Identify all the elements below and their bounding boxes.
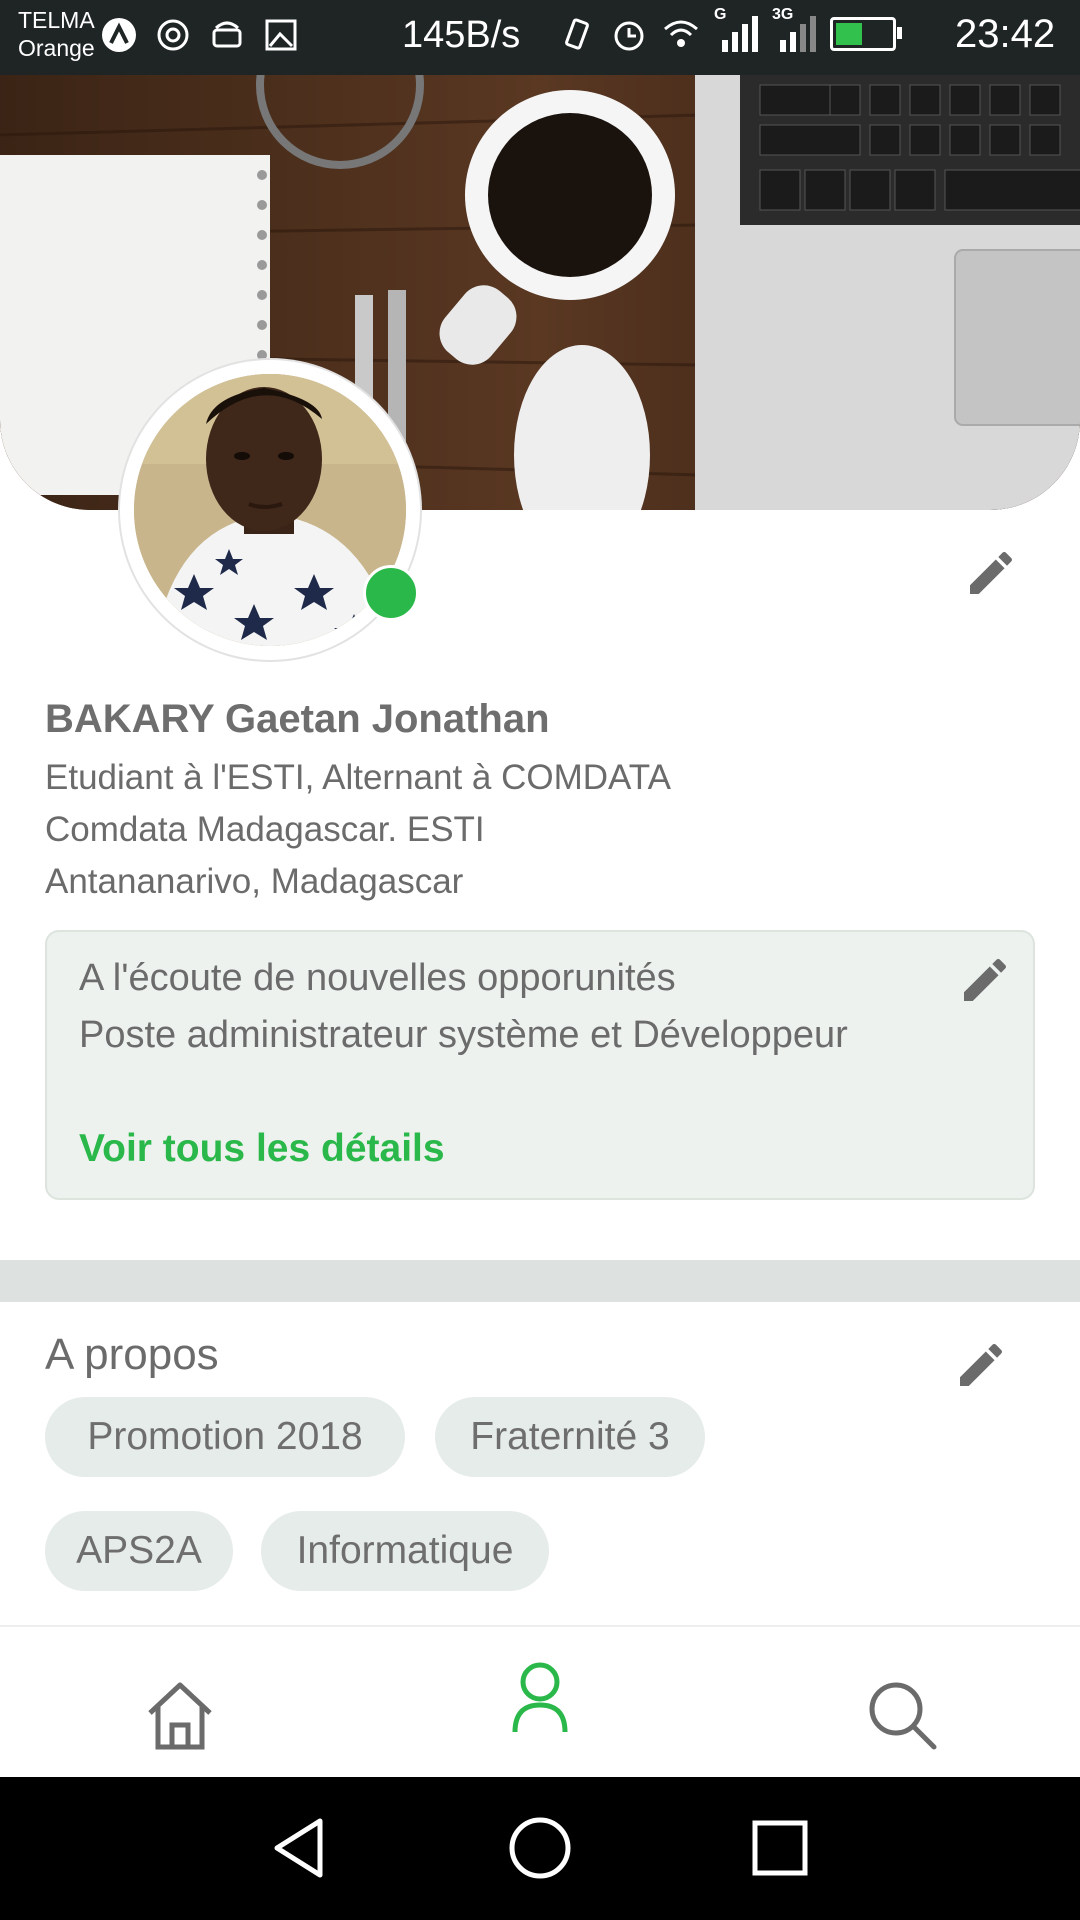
profile-headline: Etudiant à l'ESTI, Alternant à COMDATA [45, 758, 671, 797]
home-circle-icon [509, 1817, 571, 1879]
nav-search-button[interactable] [862, 1675, 942, 1755]
android-icon [212, 21, 242, 48]
about-chip[interactable]: APS2A [45, 1511, 233, 1591]
clock: 23:42 [955, 12, 1056, 56]
hotspot-icon [157, 19, 189, 51]
recents-icon [752, 1820, 808, 1876]
carrier-name: TELMA Orange [18, 6, 95, 62]
home-system-button[interactable] [505, 1813, 575, 1883]
about-chip[interactable]: Informatique [261, 1511, 549, 1591]
signal-icon-3g: 3G [772, 6, 816, 54]
wifi-icon [664, 20, 698, 47]
search-icon [869, 1682, 937, 1750]
nav-home-button[interactable] [140, 1675, 220, 1755]
about-chip[interactable]: Fraternité 3 [435, 1397, 705, 1477]
about-title: A propos [45, 1330, 219, 1379]
home-icon [148, 1682, 212, 1750]
profile-companies: Comdata Madagascar. ESTI [45, 810, 485, 849]
pencil-icon [970, 551, 1013, 594]
edit-profile-button[interactable] [963, 545, 1019, 601]
profile-name: BAKARY Gaetan Jonathan [45, 697, 550, 741]
network-speed: 145B/s [402, 14, 521, 56]
edit-about-button[interactable] [953, 1337, 1009, 1393]
vibrate-icon [565, 18, 589, 50]
signal-label-3g: 3G [772, 6, 794, 23]
carrier-line-1: TELMA [18, 7, 95, 33]
signal-label-g: G [714, 6, 727, 23]
online-status-indicator [363, 565, 419, 621]
otw-line-1: A l'écoute de nouvelles opporunités [79, 957, 676, 999]
edit-open-to-work-button[interactable] [957, 952, 1013, 1008]
system-navigation-bar [0, 1777, 1080, 1920]
otw-line-2: Poste administrateur système et Développ… [79, 1014, 848, 1056]
status-bar: TELMA Orange 145B/s G 3G 23:42 [0, 0, 1080, 75]
back-button[interactable] [265, 1813, 335, 1883]
battery-icon [830, 17, 902, 51]
arrow-up-icon [102, 18, 136, 52]
back-icon [274, 1818, 323, 1878]
pencil-icon [960, 1343, 1003, 1386]
alarm-icon [614, 21, 644, 51]
about-chip[interactable]: Promotion 2018 [45, 1397, 405, 1477]
section-divider [0, 1260, 1080, 1302]
open-to-work-card[interactable]: A l'écoute de nouvelles opporunités Post… [45, 930, 1035, 1200]
recents-button[interactable] [745, 1813, 815, 1883]
pencil-icon [964, 958, 1007, 1001]
see-all-details-link[interactable]: Voir tous les détails [79, 1127, 445, 1171]
bottom-navigation [0, 1625, 1080, 1779]
profile-icon [512, 1662, 568, 1733]
image-icon [265, 19, 297, 51]
signal-icon: G [714, 6, 758, 54]
carrier-line-2: Orange [18, 35, 95, 61]
profile-location: Antananarivo, Madagascar [45, 862, 464, 901]
nav-profile-button[interactable] [500, 1657, 580, 1737]
